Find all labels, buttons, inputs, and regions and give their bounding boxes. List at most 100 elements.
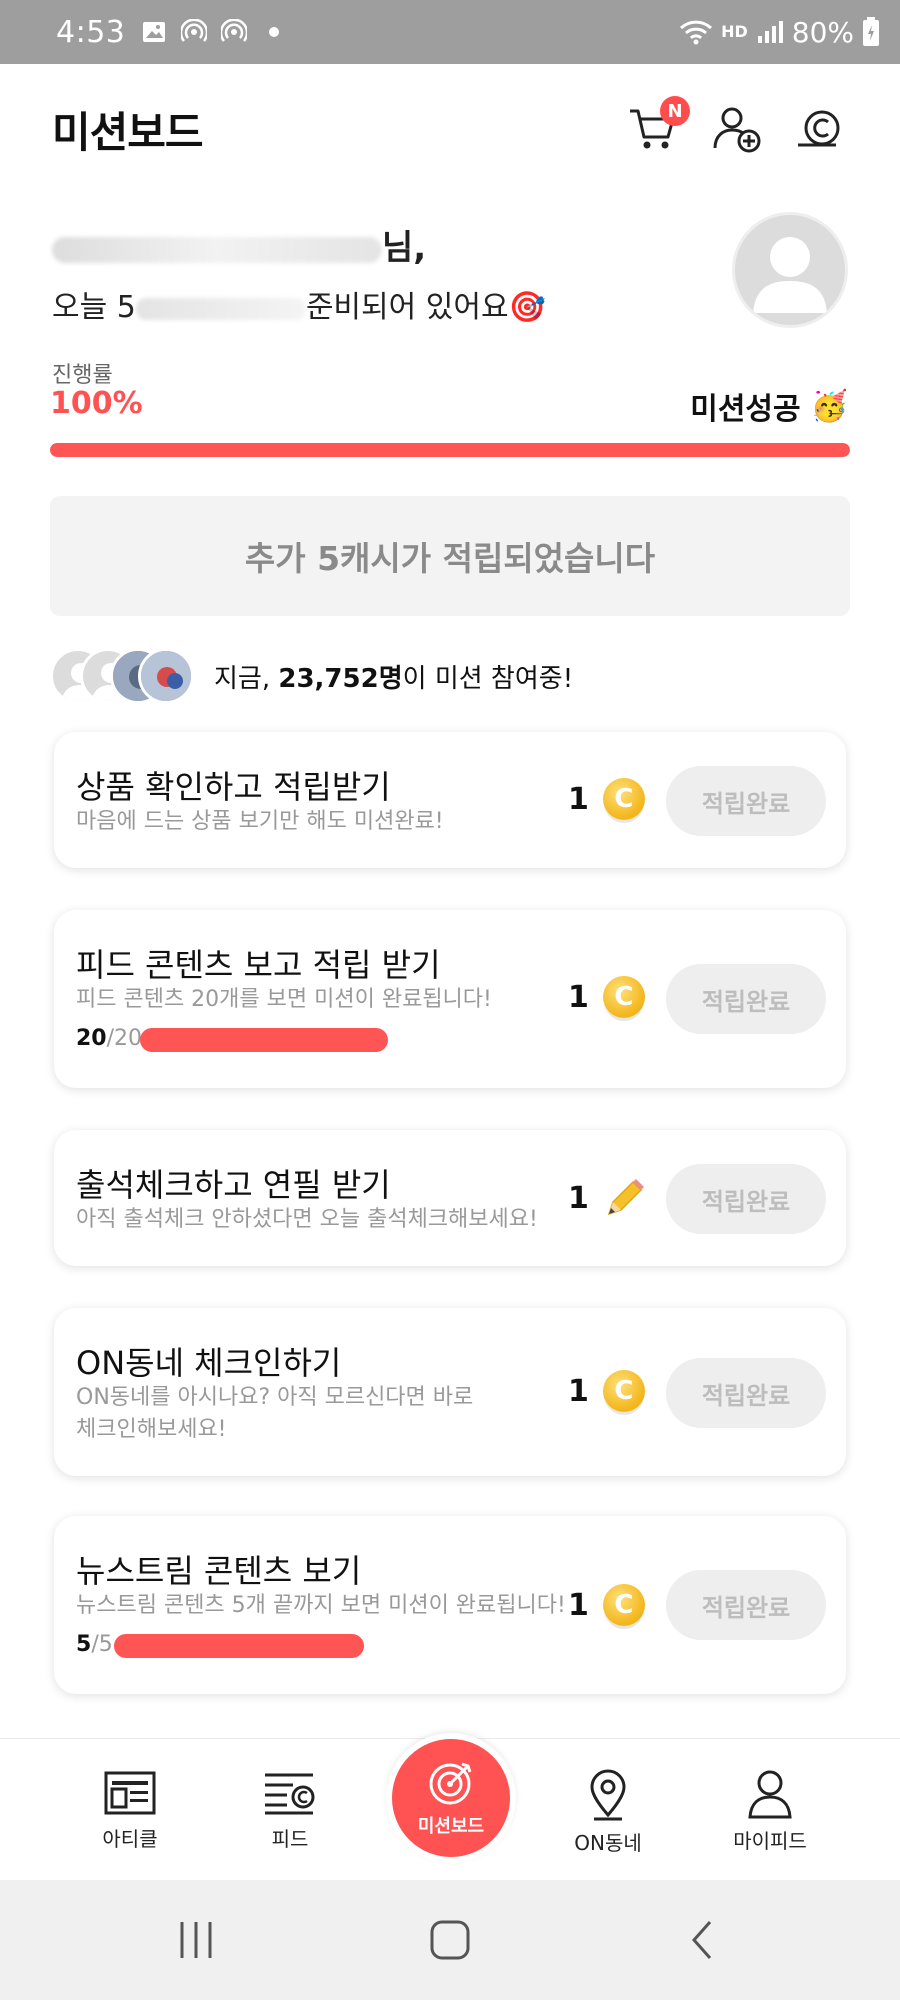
hd-voice-icon: HD: [721, 22, 748, 41]
cash-button[interactable]: [794, 102, 848, 156]
mission-reward: 1 C: [568, 976, 645, 1018]
location-pin-icon: [590, 1769, 626, 1821]
greeting: 님, 오늘 5 준비되어 있어요🎯: [52, 220, 652, 326]
cash-coin-icon: [798, 110, 840, 147]
progress-done: 5: [76, 1632, 92, 1657]
reward-complete-button[interactable]: 적립완료: [666, 1164, 826, 1234]
back-button[interactable]: [672, 1910, 732, 1970]
recent-apps-button[interactable]: [166, 1910, 226, 1970]
coin-icon: C: [602, 976, 645, 1018]
app-header: 미션보드 N: [0, 64, 900, 194]
mission-title: 출석체크하고 연필 받기: [76, 1166, 391, 1204]
system-status: HD 80%: [679, 16, 880, 49]
mission-reward: 1 C: [568, 1370, 645, 1412]
mission-desc: 마음에 드는 상품 보기만 해도 미션완료!: [76, 809, 444, 834]
mission-card[interactable]: 뉴스트림 콘텐츠 보기 뉴스트림 콘텐츠 5개 끝까지 보면 미션이 완료됩니다…: [54, 1516, 846, 1694]
progress-fill: [50, 443, 850, 457]
person-icon: [748, 1770, 792, 1819]
reward-complete-button[interactable]: 적립완료: [666, 1570, 826, 1640]
blurred-username: [52, 236, 382, 263]
mission-progress-count: 5/5: [76, 1632, 113, 1657]
mission-reward: 1: [568, 1176, 647, 1220]
header-actions: N: [626, 96, 848, 156]
mission-card[interactable]: ON동네 체크인하기 ON동네를 아시나요? 아직 모르신다면 바로 체크인해보…: [54, 1308, 846, 1476]
mission-card[interactable]: 출석체크하고 연필 받기 아직 출석체크 안하셨다면 오늘 출석체크해보세요! …: [54, 1130, 846, 1266]
nav-myfeed-label: 마이피드: [733, 1829, 807, 1853]
broadcast-icon-2: [221, 19, 248, 42]
participant-avatars: [50, 646, 200, 706]
signal-icon: [757, 21, 783, 43]
cash-notice: 추가 5캐시가 적립되었습니다: [50, 496, 850, 616]
notification-icons: [141, 19, 287, 45]
mission-desc-line: 체크인해보세요!: [76, 1417, 227, 1442]
add-friend-button[interactable]: [710, 102, 764, 156]
mission-reward: 1 C: [568, 1584, 645, 1626]
participants-count: 23,752명: [278, 663, 403, 694]
participants-prefix: 지금,: [214, 663, 279, 694]
nav-missionboard-label: 미션보드: [417, 1816, 485, 1837]
nav-feed[interactable]: 피드: [230, 1769, 350, 1852]
coin-icon: C: [602, 1370, 645, 1412]
status-time: 4:53: [56, 14, 126, 50]
cart-badge: N: [660, 96, 690, 126]
nav-on-dongne[interactable]: ON동네: [548, 1769, 668, 1856]
party-emoji: 🥳: [810, 388, 848, 424]
add-user-icon: [713, 107, 761, 153]
mission-title: 상품 확인하고 적립받기: [76, 768, 391, 806]
mission-title: ON동네 체크인하기: [76, 1344, 342, 1382]
article-icon: [104, 1771, 156, 1815]
gallery-icon: [143, 22, 166, 42]
battery-icon: [863, 17, 879, 46]
dot-icon: [269, 27, 280, 37]
blurred-text: [135, 297, 306, 320]
nav-on-dongne-label: ON동네: [574, 1831, 642, 1855]
mission-desc: 뉴스트림 콘텐츠 5개 끝까지 보면 미션이 완료됩니다!: [76, 1593, 566, 1618]
nav-myfeed[interactable]: 마이피드: [710, 1769, 830, 1854]
recent-apps-icon: [180, 1922, 212, 1958]
participants-suffix: 이 미션 참여중!: [402, 663, 574, 694]
pencil-icon: [607, 1179, 644, 1216]
participant-avatar-photo: [138, 648, 194, 704]
home-icon: [430, 1920, 470, 1960]
mission-progress-count: 20/20: [76, 1026, 142, 1051]
coin-icon: C: [602, 1584, 645, 1626]
status-bar: 4:53 HD 80%: [0, 0, 900, 64]
progress-label: 진행률: [52, 363, 113, 388]
participants-row: 지금, 23,752명이 미션 참여중!: [50, 646, 573, 706]
mission-card[interactable]: 상품 확인하고 적립받기 마음에 드는 상품 보기만 해도 미션완료! 1 C …: [54, 732, 846, 868]
mission-progress-bar: [140, 1028, 388, 1052]
mission-card[interactable]: 피드 콘텐츠 보고 적립 받기 피드 콘텐츠 20개를 보면 미션이 완료됩니다…: [54, 910, 846, 1088]
progress-total: /20: [106, 1026, 143, 1051]
nav-article-label: 아티클: [102, 1827, 158, 1851]
mission-success-label: 미션성공: [690, 392, 801, 427]
progress-bar: [50, 443, 850, 457]
home-button[interactable]: [420, 1910, 480, 1970]
mission-desc: 아직 출석체크 안하셨다면 오늘 출석체크해보세요!: [76, 1207, 538, 1232]
coin-icon: C: [602, 778, 645, 820]
reward-amount: 1: [568, 781, 589, 817]
target-icon: [429, 1762, 472, 1805]
mission-title: 뉴스트림 콘텐츠 보기: [76, 1552, 362, 1590]
progress-value: 100%: [50, 386, 143, 421]
cart-button[interactable]: N: [626, 96, 690, 156]
battery-percent: 80%: [791, 15, 854, 49]
mission-desc: 피드 콘텐츠 20개를 보면 미션이 완료됩니다!: [76, 987, 492, 1012]
reward-complete-button[interactable]: 적립완료: [666, 1358, 826, 1428]
profile-avatar[interactable]: [732, 212, 848, 328]
progress-total: /5: [91, 1632, 113, 1657]
nav-feed-label: 피드: [271, 1827, 309, 1851]
feed-icon: [265, 1773, 315, 1815]
greeting-prefix: 오늘 5: [52, 290, 136, 325]
mission-progress-bar: [114, 1634, 364, 1658]
name-suffix: 님,: [382, 228, 427, 268]
mission-reward: 1 C: [568, 778, 645, 820]
reward-complete-button[interactable]: 적립완료: [666, 964, 826, 1034]
user-name-line: 님,: [52, 220, 652, 268]
nav-article[interactable]: 아티클: [70, 1769, 190, 1852]
mission-desc-line: ON동네를 아시나요? 아직 모르신다면 바로: [76, 1385, 474, 1410]
greeting-message: 오늘 5 준비되어 있어요🎯: [52, 282, 652, 326]
mission-desc: ON동네를 아시나요? 아직 모르신다면 바로 체크인해보세요!: [76, 1382, 473, 1446]
page-title: 미션보드: [52, 107, 204, 157]
reward-complete-button[interactable]: 적립완료: [666, 766, 826, 836]
nav-missionboard[interactable]: 미션보드: [386, 1733, 516, 1863]
